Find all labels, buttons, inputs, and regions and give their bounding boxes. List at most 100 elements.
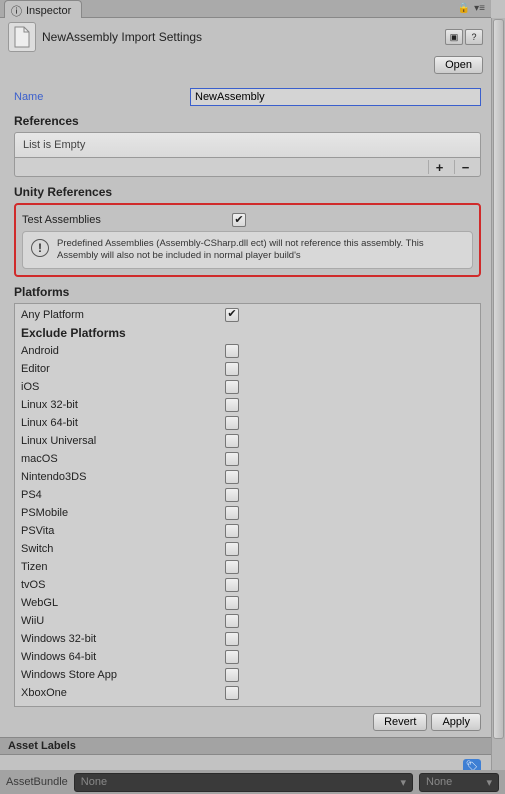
platforms-header: Platforms: [14, 285, 481, 299]
platform-checkbox[interactable]: [225, 416, 239, 430]
platform-row: Tizen: [21, 558, 474, 576]
platform-row: iOS: [21, 378, 474, 396]
chevron-down-icon: ▾: [486, 776, 492, 789]
platform-label: XboxOne: [21, 687, 225, 699]
platform-checkbox[interactable]: [225, 542, 239, 556]
revert-button[interactable]: Revert: [373, 713, 427, 731]
platform-row: PSVita: [21, 522, 474, 540]
platform-label: macOS: [21, 453, 225, 465]
platform-label: Windows Store App: [21, 669, 225, 681]
asset-header: NewAssembly Import Settings ▣ ?: [0, 18, 491, 56]
platform-row: Linux Universal: [21, 432, 474, 450]
platform-checkbox[interactable]: [225, 596, 239, 610]
help-icon[interactable]: ?: [465, 29, 483, 45]
platform-checkbox[interactable]: [225, 632, 239, 646]
scrollbar-thumb[interactable]: [493, 19, 504, 739]
platform-checkbox[interactable]: [225, 686, 239, 700]
hierarchy-icon[interactable]: ▣: [445, 29, 463, 45]
platform-label: PSMobile: [21, 507, 225, 519]
test-assemblies-checkbox[interactable]: ✔: [232, 213, 246, 227]
platform-label: Linux Universal: [21, 435, 225, 447]
any-platform-label: Any Platform: [21, 309, 225, 321]
remove-reference-button[interactable]: −: [454, 160, 476, 174]
platform-label: Switch: [21, 543, 225, 555]
platform-checkbox[interactable]: [225, 470, 239, 484]
platform-checkbox[interactable]: [225, 668, 239, 682]
info-icon: ⓘ: [11, 3, 22, 19]
platform-checkbox[interactable]: [225, 578, 239, 592]
open-button[interactable]: Open: [434, 56, 483, 74]
platform-label: Linux 32-bit: [21, 399, 225, 411]
info-icon: !: [31, 239, 49, 257]
chevron-down-icon: ▾: [400, 776, 406, 789]
apply-button[interactable]: Apply: [431, 713, 481, 731]
platform-row: Android: [21, 342, 474, 360]
platform-checkbox[interactable]: [225, 434, 239, 448]
platform-row: Editor: [21, 360, 474, 378]
platform-label: Android: [21, 345, 225, 357]
asset-bundle-dropdown[interactable]: None ▾: [74, 773, 413, 792]
platform-row: Windows 32-bit: [21, 630, 474, 648]
asset-labels-header: Asset Labels: [0, 737, 491, 755]
references-list-footer: + −: [14, 158, 481, 177]
platform-row: PSMobile: [21, 504, 474, 522]
platform-checkbox[interactable]: [225, 344, 239, 358]
any-platform-row: Any Platform ✔: [21, 306, 474, 324]
platform-checkbox[interactable]: [225, 488, 239, 502]
any-platform-checkbox[interactable]: ✔: [225, 308, 239, 322]
platform-checkbox[interactable]: [225, 614, 239, 628]
asset-variant-value: None: [426, 776, 452, 788]
tab-title: Inspector: [26, 5, 71, 17]
platform-row: tvOS: [21, 576, 474, 594]
platform-checkbox[interactable]: [225, 560, 239, 574]
name-label: Name: [14, 91, 190, 103]
platform-label: Linux 64-bit: [21, 417, 225, 429]
asset-bundle-bar: AssetBundle None ▾ None ▾: [0, 770, 505, 794]
platform-label: Editor: [21, 363, 225, 375]
exclude-platforms-list: Android Editor iOS Linux 32-bit Linux 64-bit…: [21, 342, 474, 702]
unity-references-header: Unity References: [14, 185, 481, 199]
platform-label: tvOS: [21, 579, 225, 591]
platform-checkbox[interactable]: [225, 650, 239, 664]
tab-inspector[interactable]: ⓘ Inspector: [4, 0, 82, 18]
info-text: Predefined Assemblies (Assembly-CSharp.d…: [57, 238, 464, 262]
test-assemblies-row: Test Assemblies ✔: [22, 213, 473, 227]
header-title: NewAssembly Import Settings: [42, 30, 439, 44]
platform-label: Windows 32-bit: [21, 633, 225, 645]
asset-variant-dropdown[interactable]: None ▾: [419, 773, 499, 792]
asset-bundle-label: AssetBundle: [6, 776, 68, 788]
test-assemblies-label: Test Assemblies: [22, 214, 232, 226]
platform-checkbox[interactable]: [225, 506, 239, 520]
platform-row: Switch: [21, 540, 474, 558]
platform-checkbox[interactable]: [225, 362, 239, 376]
platform-row: Nintendo3DS: [21, 468, 474, 486]
file-icon: [8, 22, 36, 52]
panel-menu-icon[interactable]: ▾≡: [474, 3, 485, 14]
platform-row: XboxOne: [21, 684, 474, 702]
info-box: ! Predefined Assemblies (Assembly-CSharp…: [22, 231, 473, 269]
platform-label: Nintendo3DS: [21, 471, 225, 483]
platform-checkbox[interactable]: [225, 398, 239, 412]
platform-label: PS4: [21, 489, 225, 501]
platform-row: WebGL: [21, 594, 474, 612]
platform-row: macOS: [21, 450, 474, 468]
platform-label: PSVita: [21, 525, 225, 537]
footer-buttons: Revert Apply: [0, 707, 491, 737]
platform-row: Linux 32-bit: [21, 396, 474, 414]
add-reference-button[interactable]: +: [428, 160, 450, 174]
platforms-box: Any Platform ✔ Exclude Platforms Android…: [14, 303, 481, 707]
platform-checkbox[interactable]: [225, 452, 239, 466]
lock-icon[interactable]: 🔒: [458, 3, 470, 14]
platform-label: WebGL: [21, 597, 225, 609]
name-input[interactable]: [190, 88, 481, 106]
scrollbar[interactable]: [491, 18, 505, 774]
exclude-platforms-header: Exclude Platforms: [21, 326, 474, 340]
name-field-row: Name: [14, 88, 481, 106]
platform-row: Windows 64-bit: [21, 648, 474, 666]
platform-checkbox[interactable]: [225, 524, 239, 538]
platform-checkbox[interactable]: [225, 380, 239, 394]
references-header: References: [14, 114, 481, 128]
tab-bar: ⓘ Inspector 🔒 ▾≡: [0, 0, 491, 18]
asset-bundle-value: None: [81, 776, 107, 788]
platform-label: Tizen: [21, 561, 225, 573]
